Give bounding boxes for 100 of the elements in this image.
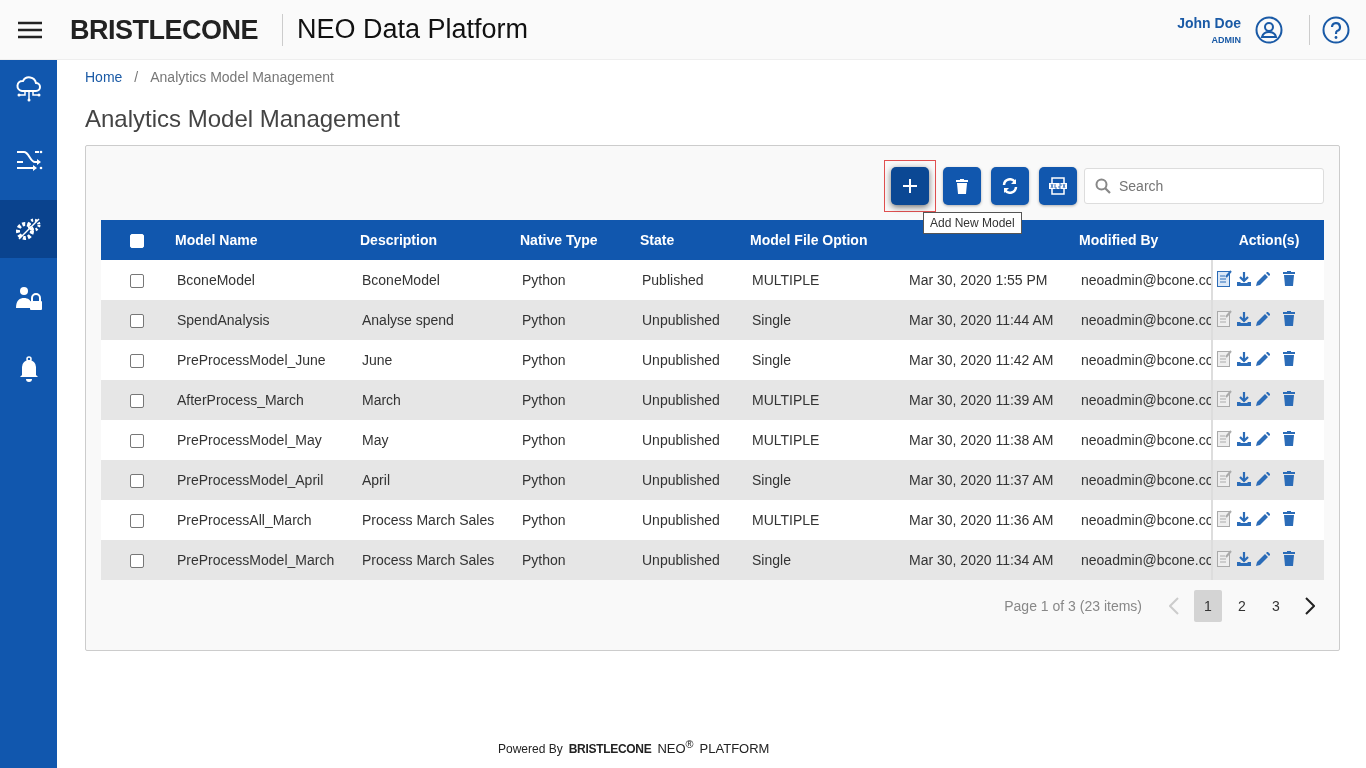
download-icon[interactable] bbox=[1237, 551, 1251, 566]
table-cell: Single bbox=[752, 472, 791, 488]
trash-icon[interactable] bbox=[1283, 551, 1295, 566]
download-icon[interactable] bbox=[1237, 271, 1251, 286]
table-cell: Unpublished bbox=[642, 512, 720, 528]
pencil-icon[interactable] bbox=[1256, 391, 1270, 406]
column-header[interactable]: State bbox=[640, 232, 675, 248]
table-cell: Mar 30, 2020 11:36 AM bbox=[909, 512, 1054, 528]
row-checkbox[interactable] bbox=[130, 274, 144, 289]
page-button[interactable]: 3 bbox=[1262, 590, 1290, 622]
table-cell: Python bbox=[522, 552, 566, 568]
pencil-icon[interactable] bbox=[1256, 471, 1270, 486]
user-name: John Doe bbox=[1177, 14, 1241, 31]
row-checkbox[interactable] bbox=[130, 474, 144, 489]
trash-icon[interactable] bbox=[1283, 431, 1295, 446]
column-header[interactable]: Description bbox=[360, 232, 437, 248]
table-cell: April bbox=[362, 472, 390, 488]
footer-logo: BRISTLECONE bbox=[568, 742, 652, 756]
row-checkbox[interactable] bbox=[130, 434, 144, 449]
plus-icon bbox=[903, 179, 917, 193]
platform-label: PLATFORM bbox=[699, 741, 770, 756]
download-icon[interactable] bbox=[1237, 471, 1251, 486]
row-checkbox[interactable] bbox=[130, 394, 144, 409]
refresh-button[interactable] bbox=[991, 167, 1029, 205]
row-checkbox[interactable] bbox=[130, 554, 144, 569]
table-cell: Mar 30, 2020 11:38 AM bbox=[909, 432, 1054, 448]
page-button[interactable]: 1 bbox=[1194, 590, 1222, 622]
table-cell: neoadmin@bcone.co bbox=[1081, 472, 1212, 488]
trash-icon[interactable] bbox=[1283, 391, 1295, 406]
trash-icon bbox=[956, 178, 968, 194]
sidebar-item[interactable] bbox=[0, 200, 57, 258]
table-cell: MULTIPLE bbox=[752, 432, 820, 448]
table-cell: Single bbox=[752, 552, 791, 568]
download-icon[interactable] bbox=[1237, 391, 1251, 406]
table-cell: Python bbox=[522, 272, 566, 288]
table-cell: BconeModel bbox=[177, 272, 255, 288]
xlsx-button[interactable] bbox=[1039, 167, 1077, 205]
breadcrumb-link[interactable]: Home bbox=[85, 69, 123, 85]
download-icon[interactable] bbox=[1237, 431, 1251, 446]
table-cell: neoadmin@bcone.co bbox=[1081, 432, 1212, 448]
delete-button[interactable] bbox=[943, 167, 981, 205]
table-cell: PreProcessModel_April bbox=[177, 472, 324, 488]
table-cell: Unpublished bbox=[642, 392, 720, 408]
table-cell: neoadmin@bcone.co bbox=[1081, 512, 1212, 528]
product-name: NEO$^{®}$ bbox=[657, 737, 694, 756]
help-icon[interactable] bbox=[1322, 15, 1350, 44]
table-cell: neoadmin@bcone.co bbox=[1081, 552, 1212, 568]
table-cell: PreProcessModel_March bbox=[177, 552, 335, 568]
table-cell: Analyse spend bbox=[362, 312, 454, 328]
table-cell: Mar 30, 2020 11:37 AM bbox=[909, 472, 1054, 488]
pencil-icon[interactable] bbox=[1256, 511, 1270, 526]
pencil-icon[interactable] bbox=[1256, 311, 1270, 326]
table-cell: Unpublished bbox=[642, 432, 720, 448]
trash-icon[interactable] bbox=[1283, 511, 1295, 526]
table-cell: MULTIPLE bbox=[752, 272, 820, 288]
pencil-icon[interactable] bbox=[1256, 351, 1270, 366]
trash-icon[interactable] bbox=[1283, 351, 1295, 366]
table-cell: neoadmin@bcone.co bbox=[1081, 392, 1212, 408]
row-checkbox[interactable] bbox=[130, 314, 144, 329]
gears-icon bbox=[14, 215, 43, 243]
download-icon[interactable] bbox=[1237, 511, 1251, 526]
breadcrumb-separator: / bbox=[134, 69, 139, 85]
column-header: Action(s) bbox=[1238, 232, 1300, 248]
table-cell: May bbox=[362, 432, 389, 448]
table-cell: Unpublished bbox=[642, 552, 720, 568]
row-checkbox[interactable] bbox=[130, 514, 144, 529]
add-button[interactable] bbox=[891, 167, 929, 205]
trash-icon[interactable] bbox=[1283, 471, 1295, 486]
download-icon[interactable] bbox=[1237, 351, 1251, 366]
column-header[interactable]: Model Name bbox=[175, 232, 258, 248]
table-cell: Single bbox=[752, 312, 791, 328]
table-cell: AfterProcess_March bbox=[177, 392, 304, 408]
table-cell: Mar 30, 2020 11:44 AM bbox=[909, 312, 1054, 328]
pencil-icon[interactable] bbox=[1256, 271, 1270, 286]
spreadsheet-file-icon bbox=[1049, 177, 1067, 195]
table-cell: Process March Sales bbox=[362, 552, 495, 568]
table-cell: Python bbox=[522, 312, 566, 328]
select-all-checkbox[interactable] bbox=[130, 234, 144, 249]
table-cell: Unpublished bbox=[642, 352, 720, 368]
row-checkbox[interactable] bbox=[130, 354, 144, 369]
trash-icon[interactable] bbox=[1283, 311, 1295, 326]
trash-icon[interactable] bbox=[1283, 271, 1295, 286]
user-lock-icon bbox=[14, 286, 43, 312]
table-cell: neoadmin@bcone.co bbox=[1081, 352, 1212, 368]
menu-icon[interactable] bbox=[18, 20, 42, 39]
document-icon[interactable] bbox=[1217, 270, 1232, 287]
table-cell: PreProcessAll_March bbox=[177, 512, 312, 528]
table-cell: Mar 30, 2020 11:34 AM bbox=[909, 552, 1054, 568]
user-avatar-icon[interactable] bbox=[1255, 15, 1283, 44]
search-field[interactable]: Search bbox=[1084, 168, 1324, 204]
page-button[interactable]: 2 bbox=[1228, 590, 1256, 622]
table-cell: June bbox=[362, 352, 393, 368]
table-cell: PreProcessModel_June bbox=[177, 352, 326, 368]
pencil-icon[interactable] bbox=[1256, 551, 1270, 566]
table-cell: PreProcessModel_May bbox=[177, 432, 322, 448]
download-icon[interactable] bbox=[1237, 311, 1251, 326]
page-title: Analytics Model Management bbox=[85, 105, 401, 133]
table-cell: Python bbox=[522, 352, 566, 368]
pencil-icon[interactable] bbox=[1256, 431, 1270, 446]
powered-by-text: Powered By bbox=[498, 742, 563, 756]
